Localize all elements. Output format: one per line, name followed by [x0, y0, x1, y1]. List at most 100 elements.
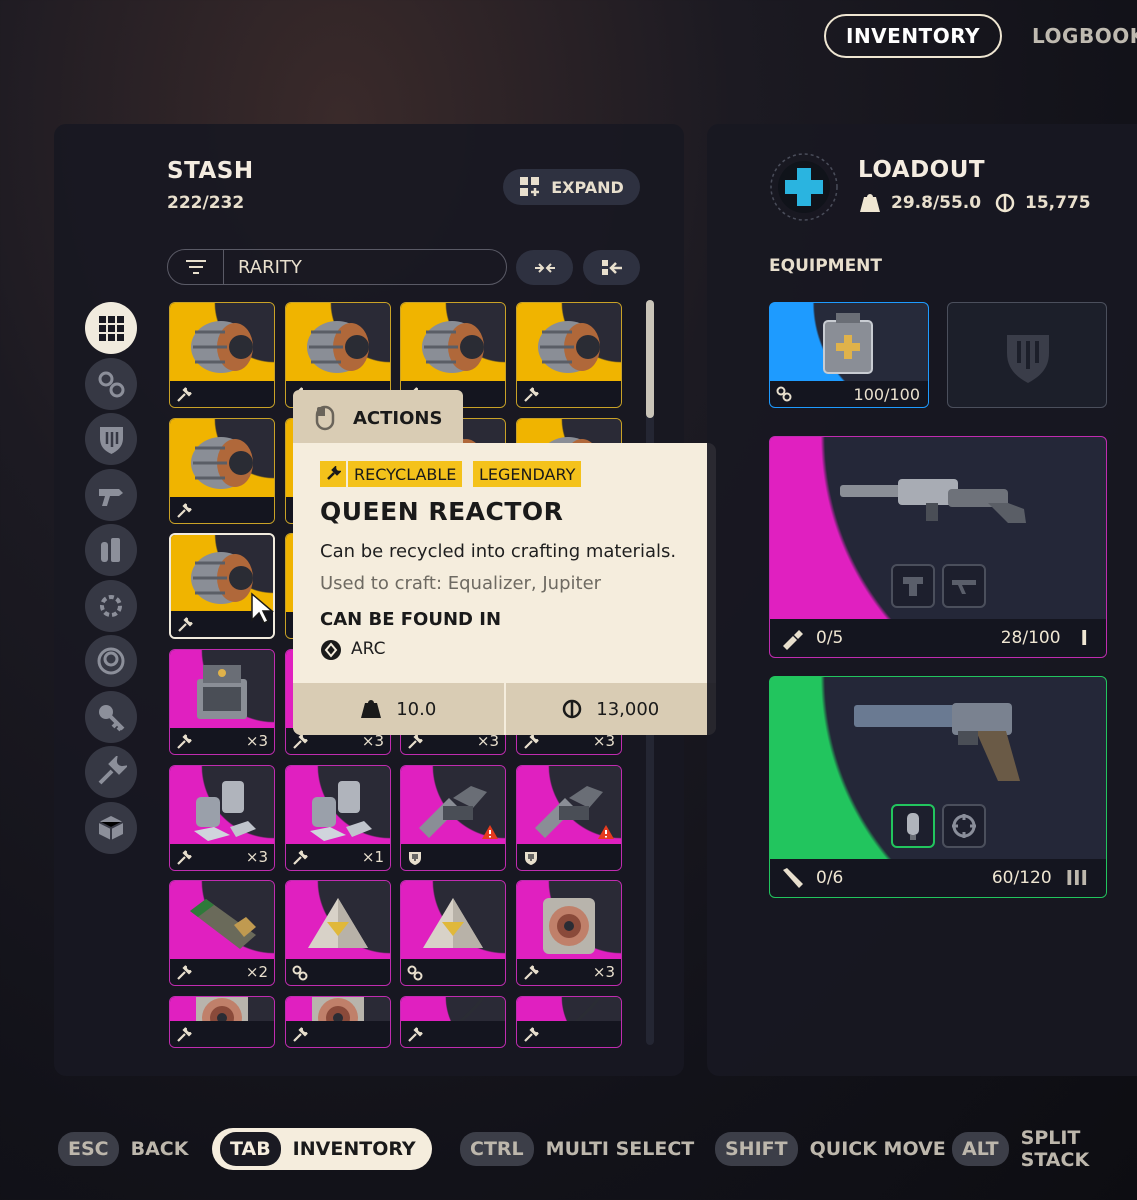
- item-weight: 10.0: [396, 698, 437, 720]
- backpack-slot[interactable]: 100/100: [769, 302, 929, 408]
- shield-icon: [1007, 335, 1049, 383]
- actions-tab[interactable]: ACTIONS: [293, 390, 463, 446]
- wrench-icon: [177, 734, 192, 749]
- hint-multi-select[interactable]: CTRL MULTI SELECT: [460, 1128, 694, 1170]
- wrench-icon: [177, 965, 192, 980]
- backpack-durability: 100/100: [853, 385, 920, 404]
- rarity-filter[interactable]: RARITY: [167, 249, 507, 285]
- weapon1-mod-slot-2[interactable]: [942, 564, 986, 608]
- stash-slot[interactable]: [400, 765, 506, 871]
- item-reactor-image: [185, 547, 259, 613]
- loadout-credits: 15,775: [1025, 193, 1091, 213]
- hint-split-stack[interactable]: ALT SPLIT STACK: [952, 1127, 1137, 1171]
- item-quantity: ×3: [245, 848, 268, 866]
- stash-slot[interactable]: ×1: [285, 765, 391, 871]
- stash-slot[interactable]: ×3: [516, 880, 622, 986]
- category-grid[interactable]: [85, 302, 137, 354]
- wrench-icon: [178, 617, 193, 632]
- hint-inventory[interactable]: TAB INVENTORY: [212, 1128, 432, 1170]
- hint-back[interactable]: ESC BACK: [58, 1128, 188, 1170]
- stash-slot[interactable]: [516, 765, 622, 871]
- item-reactor-image: [301, 316, 375, 382]
- loadout-weight: 29.8/55.0: [891, 193, 982, 213]
- backpack-item-image: [823, 313, 873, 374]
- recyclable-badge-icon: [320, 461, 346, 487]
- wrench-icon: [524, 734, 539, 749]
- stash-slot[interactable]: [285, 880, 391, 986]
- stash-slot[interactable]: [169, 302, 275, 408]
- weapon-slot-2[interactable]: 0/6 60/120 III: [769, 676, 1107, 898]
- legendary-badge: LEGENDARY: [473, 461, 582, 487]
- wrench-icon: [293, 1027, 308, 1042]
- wrench-icon: [408, 1027, 423, 1042]
- arc-icon: [321, 640, 341, 660]
- category-materials[interactable]: [85, 357, 137, 410]
- ammo-icon: [783, 630, 803, 650]
- stash-slot[interactable]: [169, 418, 275, 524]
- wrench-icon: [408, 734, 423, 749]
- silencer-icon: [907, 813, 919, 840]
- category-weapon[interactable]: [85, 468, 137, 521]
- weapon1-ammo: 0/5: [816, 628, 844, 648]
- pistol-item-image: [854, 703, 1020, 781]
- category-wrench[interactable]: [85, 746, 137, 798]
- stash-slot[interactable]: ×2: [169, 880, 275, 986]
- grid-icon: [99, 316, 124, 341]
- wrench-icon: [293, 850, 308, 865]
- mouse-icon: [315, 405, 335, 431]
- shield-icon: [525, 852, 537, 865]
- wrench-icon: [524, 965, 539, 980]
- weapon-icon: [99, 488, 123, 506]
- grip-icon: [952, 580, 976, 594]
- category-mods[interactable]: [85, 579, 137, 632]
- weapon-slot-1[interactable]: 0/5 28/100 I: [769, 436, 1107, 658]
- category-augment[interactable]: [85, 635, 137, 687]
- collapse-button[interactable]: [516, 250, 573, 285]
- category-keys[interactable]: [85, 690, 137, 743]
- weapon2-mod-slot-2[interactable]: [942, 804, 986, 848]
- sort-button[interactable]: [583, 250, 640, 285]
- item-name: QUEEN REACTOR: [320, 497, 564, 526]
- tab-inventory[interactable]: INVENTORY: [824, 14, 1002, 58]
- scope-icon: [952, 814, 976, 838]
- item-value: 13,000: [596, 698, 660, 720]
- coin-icon: [995, 193, 1015, 213]
- weight-icon: [860, 194, 880, 212]
- tab-logbook[interactable]: LOGBOOK: [1032, 14, 1137, 58]
- tooltip-footer: 10.0 13,000: [293, 683, 716, 735]
- wrench-icon: [177, 387, 192, 402]
- stash-slot[interactable]: [169, 996, 275, 1048]
- category-box[interactable]: [85, 801, 137, 854]
- stash-slot[interactable]: [400, 880, 506, 986]
- weapon2-ammo: 0/6: [816, 868, 844, 888]
- stash-scroll-thumb[interactable]: [646, 300, 654, 418]
- keycap: ESC: [58, 1132, 119, 1166]
- wrench-icon: [293, 734, 308, 749]
- stash-slot[interactable]: [285, 996, 391, 1048]
- expand-button[interactable]: EXPAND: [503, 169, 640, 205]
- weapon1-bar: 0/5 28/100 I: [770, 619, 1106, 657]
- stash-slot[interactable]: ×3: [169, 649, 275, 755]
- muzzle-icon: [903, 577, 923, 596]
- weapon1-mod-slot-1[interactable]: [891, 564, 935, 608]
- stash-slot[interactable]: [516, 302, 622, 408]
- shield-slot[interactable]: [947, 302, 1107, 408]
- item-canisters-image: [184, 777, 260, 847]
- health-icon: [770, 153, 838, 221]
- weapon2-mod-slot-1[interactable]: [891, 804, 935, 848]
- stash-slot[interactable]: ×3: [169, 765, 275, 871]
- hint-label: MULTI SELECT: [545, 1138, 695, 1160]
- hint-quick-move[interactable]: SHIFT QUICK MOVE: [715, 1128, 946, 1170]
- sort-icon: [601, 259, 622, 275]
- weapon1-tier: I: [1080, 626, 1088, 650]
- weapon1-durability: 28/100: [1000, 628, 1061, 648]
- shield-icon: [100, 427, 123, 454]
- stash-slot[interactable]: [400, 996, 506, 1048]
- item-reactor-image: [185, 432, 259, 498]
- category-shield[interactable]: [85, 413, 137, 465]
- category-ammo[interactable]: [85, 524, 137, 576]
- box-icon: [98, 815, 124, 840]
- stash-slot[interactable]: [516, 996, 622, 1048]
- item-case-image: [189, 661, 255, 731]
- hint-label: INVENTORY: [292, 1138, 416, 1160]
